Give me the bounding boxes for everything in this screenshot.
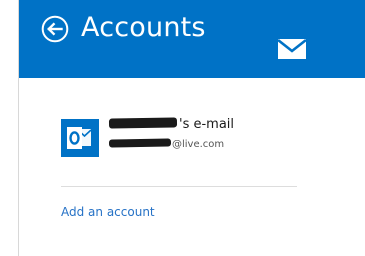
account-name-suffix: 's e-mail [179,117,235,132]
outlook-icon [61,119,99,157]
account-entry[interactable]: 's e-mail @live.com [61,117,301,160]
account-email: @live.com [108,138,225,152]
back-arrow-circle-icon [41,15,69,43]
redacted-name [108,117,178,129]
redacted-email [108,138,172,148]
account-name: 's e-mail [108,117,235,133]
divider [61,186,297,187]
mail-icon [278,39,306,59]
back-button[interactable] [41,15,69,43]
account-email-domain: @live.com [172,139,225,150]
accounts-pane: Accounts 's e-mail @live.com Add an acco… [0,0,365,256]
page-title: Accounts [81,12,206,43]
add-account-link[interactable]: Add an account [61,204,155,220]
